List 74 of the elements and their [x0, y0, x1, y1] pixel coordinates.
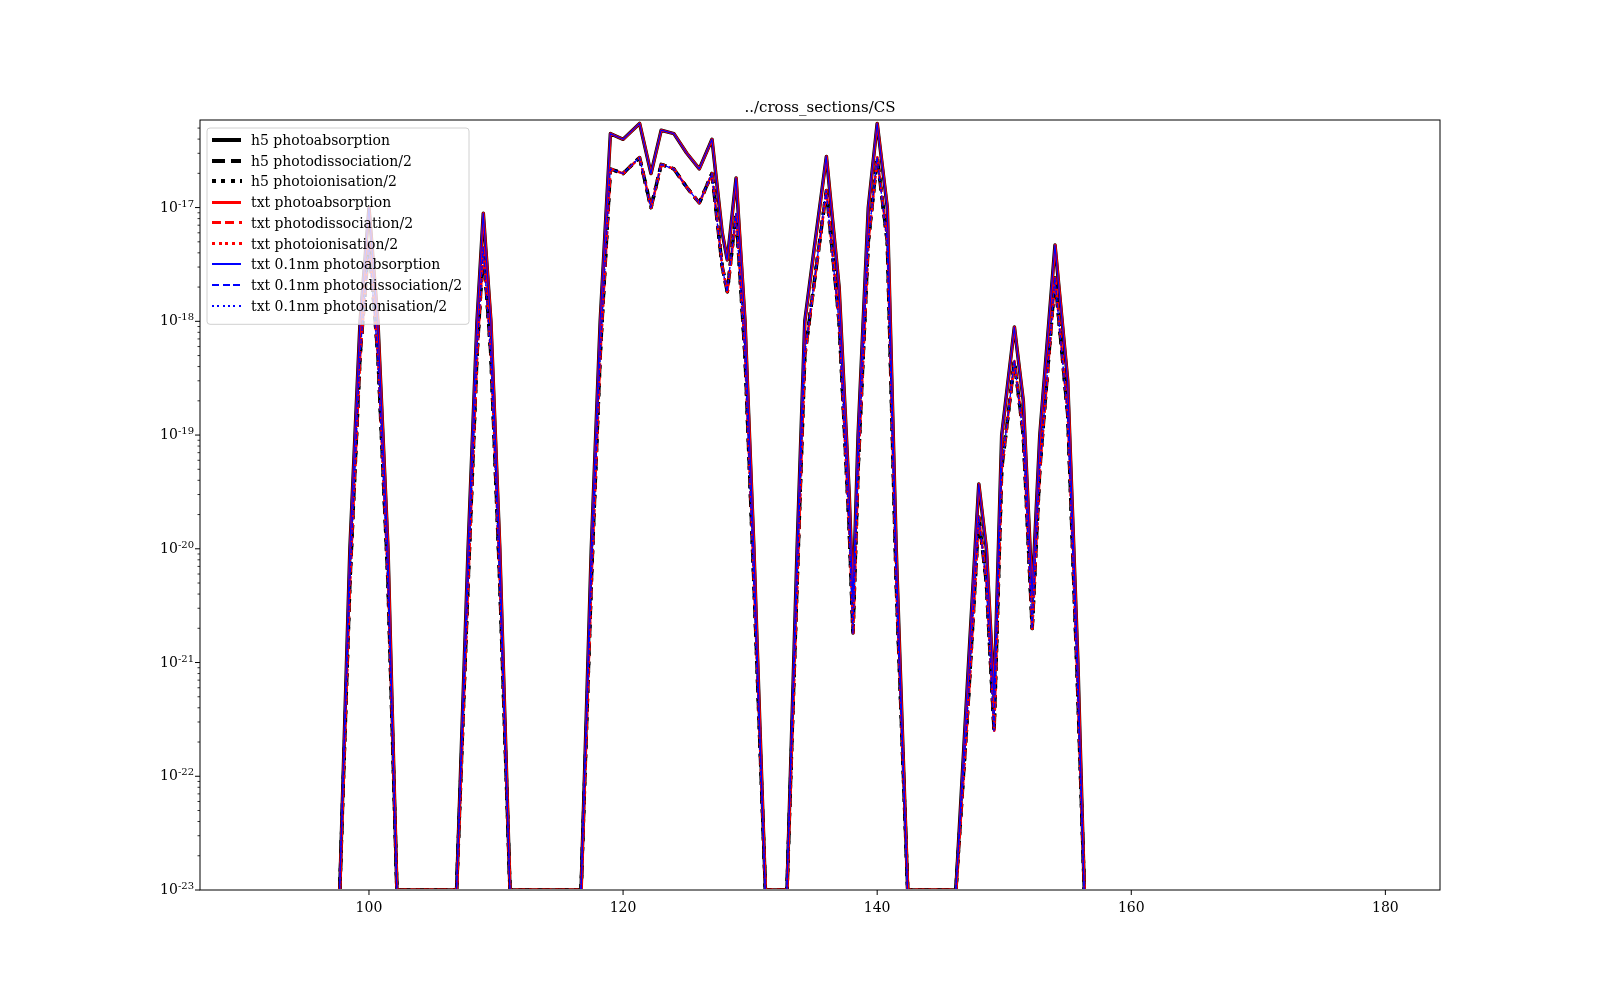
- minor-tick-mark: [197, 459, 201, 461]
- y-tick-label: 10$^{-21}$: [160, 654, 194, 669]
- legend-label: txt 0.1nm photoionisation/2: [251, 297, 448, 314]
- minor-tick-mark: [197, 793, 201, 795]
- minor-tick-mark: [197, 452, 201, 454]
- minor-tick-mark: [197, 172, 201, 174]
- legend-label: h5 photoionisation/2: [251, 173, 397, 190]
- minor-tick-mark: [197, 721, 201, 723]
- minor-tick-mark: [197, 707, 201, 709]
- legend-label: h5 photoabsorption: [251, 132, 390, 148]
- tick-mark: [368, 889, 370, 896]
- y-tick-label: 10$^{-20}$: [160, 540, 194, 555]
- minor-tick-mark: [197, 479, 201, 481]
- minor-tick-mark: [197, 232, 201, 234]
- tick-mark: [876, 889, 878, 896]
- minor-tick-mark: [197, 355, 201, 356]
- tick-mark: [1130, 889, 1132, 896]
- y-tick-label: 10$^{-18}$: [160, 313, 194, 328]
- minor-tick-mark: [197, 346, 201, 347]
- y-tick-label: 10$^{-17}$: [160, 199, 194, 214]
- minor-tick-mark: [197, 810, 201, 811]
- minor-tick-mark: [197, 566, 201, 567]
- minor-tick-mark: [197, 627, 201, 629]
- minor-tick-mark: [197, 593, 201, 595]
- plot-title: ../cross_sections/CS: [744, 98, 896, 116]
- legend-label: txt photodissociation/2: [251, 214, 414, 231]
- legend-label: txt 0.1nm photodissociation/2: [251, 276, 463, 293]
- minor-tick-mark: [197, 821, 201, 822]
- minor-tick-mark: [197, 252, 201, 254]
- y-tick-label: 10$^{-23}$: [160, 882, 194, 896]
- tick-mark: [622, 889, 624, 896]
- minor-tick-mark: [197, 152, 201, 154]
- minor-tick-mark: [197, 286, 201, 288]
- tick-mark: [194, 434, 201, 436]
- minor-tick-mark: [197, 468, 201, 470]
- minor-tick-mark: [197, 687, 201, 689]
- tick-mark: [194, 775, 201, 777]
- minor-tick-mark: [197, 138, 201, 140]
- minor-tick-mark: [197, 241, 201, 243]
- legend-label: txt photoionisation/2: [251, 235, 399, 252]
- minor-tick-mark: [197, 494, 201, 495]
- minor-tick-mark: [197, 338, 201, 340]
- tick-mark: [1384, 889, 1386, 896]
- x-tick-label: 140: [863, 899, 891, 915]
- tick-mark: [194, 662, 201, 664]
- legend-label: txt photoabsorption: [251, 194, 392, 211]
- minor-tick-mark: [197, 573, 201, 575]
- x-tick-label: 180: [1372, 899, 1399, 915]
- minor-tick-mark: [197, 855, 201, 857]
- y-tick-label: 10$^{-22}$: [160, 768, 194, 783]
- legend-label: h5 photodissociation/2: [251, 152, 412, 169]
- tick-mark: [194, 207, 201, 209]
- minor-tick-mark: [197, 607, 201, 609]
- minor-tick-mark: [197, 582, 201, 584]
- minor-tick-mark: [197, 741, 201, 743]
- minor-tick-mark: [197, 400, 201, 402]
- x-tick-label: 160: [1117, 899, 1145, 915]
- x-tick-label: 100: [355, 899, 383, 915]
- minor-tick-mark: [197, 224, 201, 226]
- minor-tick-mark: [197, 835, 201, 837]
- minor-tick-mark: [197, 127, 201, 129]
- minor-tick-mark: [197, 266, 201, 268]
- x-tick-label: 120: [609, 899, 637, 915]
- tick-mark: [194, 889, 201, 891]
- legend-label: txt 0.1nm photoabsorption: [251, 256, 441, 273]
- tick-mark: [194, 320, 201, 322]
- tick-mark: [194, 548, 201, 550]
- minor-tick-mark: [197, 380, 201, 382]
- minor-tick-mark: [197, 679, 201, 681]
- minor-tick-mark: [197, 801, 201, 802]
- minor-tick-mark: [197, 696, 201, 698]
- minor-tick-mark: [197, 366, 201, 367]
- minor-tick-mark: [197, 514, 201, 515]
- y-tick-label: 10$^{-19}$: [160, 427, 194, 442]
